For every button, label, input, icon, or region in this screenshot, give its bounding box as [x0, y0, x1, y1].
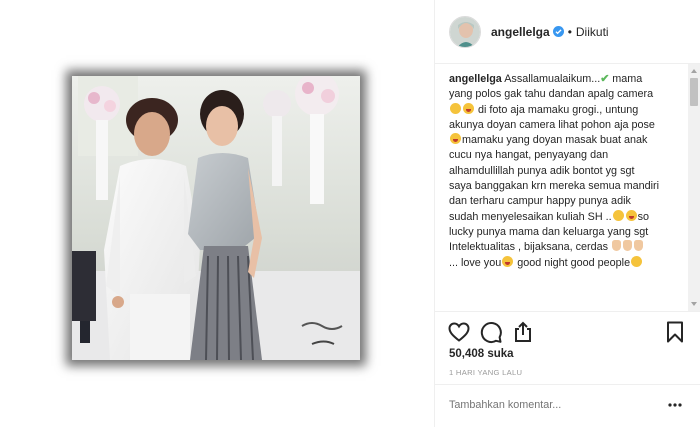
share-icon[interactable] [511, 320, 535, 344]
caption-scrollbar[interactable] [688, 64, 700, 311]
media-pane [0, 0, 434, 427]
caption-segment: di foto aja mamaku grogi., untung [478, 103, 639, 116]
caption-segment: good night good people [517, 256, 631, 269]
check-emoji-icon: ✔ [600, 73, 610, 85]
scroll-up-arrow-icon[interactable] [691, 69, 697, 73]
post-timestamp[interactable]: 1 HARI YANG LALU [449, 368, 522, 377]
post-details-pane: angellelga • Diikuti angellelga Assallam… [434, 0, 700, 427]
caption-segment: Assallamualaikum... [504, 73, 601, 85]
comment-icon[interactable] [479, 320, 503, 344]
thumbs-up-emoji-icon [612, 240, 622, 252]
caption-line: yang polos gak tahu dandan apalg camera [449, 88, 654, 101]
photo-illustration [72, 76, 360, 360]
caption-line: sudah menyelesaikan kuliah SH .. so [449, 209, 685, 225]
caption-segment: mama [612, 73, 643, 85]
bookmark-icon[interactable] [663, 320, 687, 344]
caption-line: alhamdullillah punya adik bontot yg sgt [449, 164, 635, 177]
caption-line: di foto aja mamaku grogi., untung [449, 102, 685, 118]
post-header: angellelga • Diikuti [435, 0, 700, 64]
caption-line: mamaku yang doyan masak buat anak [449, 133, 685, 148]
likes-count[interactable]: 50,408 suka [449, 348, 514, 360]
caption-line: cucu nya hangat, penyayang dan [449, 149, 609, 162]
grinning-emoji-icon [450, 133, 461, 145]
scroll-thumb[interactable] [690, 78, 698, 106]
smile-emoji-icon [612, 209, 624, 221]
comment-bar [435, 384, 700, 427]
caption-line: lucky punya mama dan keluarga yang sgt [449, 225, 649, 238]
caption-text: angellelga Assallamualaikum...✔ mama yan… [449, 72, 685, 271]
scroll-down-arrow-icon[interactable] [691, 302, 697, 306]
caption-segment: ... love you [449, 256, 502, 269]
caption-line: Intelektualitas , bijaksana, cerdas [449, 240, 685, 255]
kiss-emoji-icon [625, 209, 637, 221]
caption-segment: sudah menyelesaikan kuliah SH .. [449, 210, 612, 223]
caption-line: ... love you good night good people [449, 255, 685, 271]
post-photo[interactable] [72, 76, 360, 360]
verified-badge-icon [552, 26, 564, 37]
clap-emoji-icon [623, 240, 633, 252]
laughing-emoji-icon [450, 102, 461, 114]
caption-segment: mamaku yang doyan masak buat anak [462, 134, 648, 147]
avatar-image [450, 16, 480, 47]
caption-area: angellelga Assallamualaikum...✔ mama yan… [435, 64, 700, 311]
instagram-post-modal: angellelga • Diikuti angellelga Assallam… [0, 0, 700, 427]
kiss-emoji-icon [502, 255, 514, 267]
sleepy-emoji-icon [631, 255, 643, 267]
caption-username[interactable]: angellelga [449, 73, 502, 85]
avatar[interactable] [449, 15, 481, 48]
more-options-icon[interactable] [667, 399, 683, 411]
caption-segment: so [637, 210, 650, 223]
heart-icon[interactable] [447, 320, 471, 344]
grinning-emoji-icon [463, 102, 474, 114]
header-username[interactable]: angellelga [491, 25, 550, 39]
separator-dot: • [567, 24, 572, 39]
caption-line: angellelga Assallamualaikum...✔ mama [449, 72, 685, 87]
follow-status-button[interactable]: Diikuti [576, 25, 609, 39]
caption-segment: Intelektualitas , bijaksana, cerdas [449, 241, 609, 254]
caption-line: saya banggakan krn mereka semua mandiri [449, 180, 660, 193]
caption-line: akunya doyan camera lihat pohon aja pose [449, 118, 655, 131]
comment-input[interactable] [449, 399, 649, 411]
clap-emoji-icon [634, 240, 644, 252]
caption-line: dan terharu campur happy punya adik [449, 195, 631, 208]
